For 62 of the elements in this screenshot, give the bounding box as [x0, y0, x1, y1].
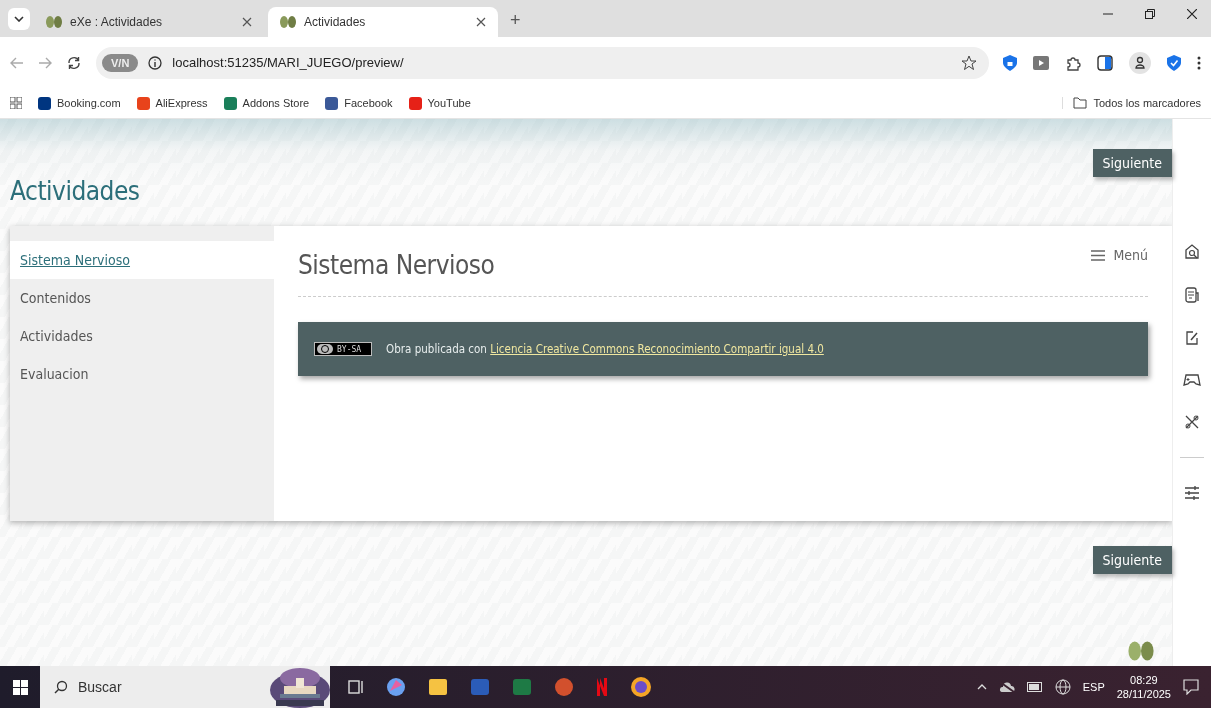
browser-tab[interactable]: Actividades — [268, 7, 498, 37]
info-icon[interactable] — [148, 55, 163, 70]
shield-lock-icon[interactable] — [1003, 54, 1017, 71]
search-icon[interactable] — [1184, 244, 1200, 260]
puzzle-icon[interactable] — [1065, 54, 1081, 71]
notification-icon[interactable] — [1183, 679, 1199, 695]
cloud-off-icon[interactable] — [998, 681, 1015, 693]
license-link[interactable]: Licencia Creative Commons Reconocimiento Compartir igual 4.0 — [490, 342, 824, 356]
next-button[interactable]: Siguiente — [1092, 149, 1172, 177]
page-heading: Sistema Nervioso — [298, 249, 495, 280]
sidebar-icon[interactable] — [1097, 54, 1113, 71]
more-icon[interactable] — [1197, 55, 1201, 70]
play-icon[interactable] — [1033, 55, 1049, 70]
chevron-down-icon — [14, 15, 24, 22]
close-icon[interactable] — [476, 17, 486, 27]
tab-list-button[interactable] — [8, 7, 30, 30]
bookmark-link[interactable]: Addons Store — [223, 96, 310, 110]
globe-icon[interactable] — [1054, 679, 1071, 695]
chevron-up-icon[interactable] — [976, 684, 987, 690]
bookmark-link[interactable]: AliExpress — [136, 96, 208, 110]
next-button[interactable]: Siguiente — [1092, 546, 1172, 574]
nav-item[interactable]: Contenidos — [10, 279, 274, 317]
menu-icon — [1091, 249, 1106, 261]
document-icon[interactable] — [1184, 287, 1200, 303]
license-badge: BY-SA — [314, 342, 373, 356]
nav-item[interactable]: Actividades — [10, 317, 274, 355]
profile-icon[interactable] — [1129, 51, 1151, 74]
close-icon[interactable] — [1187, 8, 1197, 19]
app-logo-icon[interactable] — [1128, 640, 1154, 662]
bookmark-link[interactable]: Booking.com — [38, 96, 121, 110]
gamepad-icon[interactable] — [1183, 373, 1201, 387]
browser-icon[interactable] — [630, 676, 652, 698]
bookmark-link[interactable]: Facebook — [325, 96, 393, 110]
cc-logo-icon — [317, 344, 333, 354]
app-logo-icon — [46, 15, 62, 29]
address-bar[interactable]: V/N localhost:51235/MARI_JUEGO/preview/ — [96, 46, 989, 79]
sliders-icon[interactable] — [1185, 485, 1199, 501]
tools-icon[interactable] — [1184, 414, 1200, 430]
task-view-icon[interactable] — [346, 678, 364, 696]
bookmark-link[interactable]: YouTube — [408, 96, 471, 110]
shield-check-icon[interactable] — [1167, 54, 1181, 71]
browser-tab[interactable]: eXe : Actividades — [34, 7, 264, 37]
search-field[interactable]: Buscar — [40, 666, 270, 708]
nav-item[interactable]: Sistema Nervioso — [10, 241, 274, 279]
apps-grid-icon[interactable] — [10, 97, 22, 109]
search-icon — [54, 680, 68, 694]
menu-button[interactable]: Menú — [1091, 244, 1148, 266]
battery-icon[interactable] — [1026, 682, 1043, 692]
restore-icon[interactable] — [1145, 8, 1155, 19]
language-indicator[interactable]: ESP — [1082, 681, 1105, 693]
license-text: Obra publicada con Licencia Creative Commons Reconocimiento Compartir igual 4.0 — [386, 342, 824, 356]
app-logo-icon — [280, 15, 296, 29]
edit-icon[interactable] — [1184, 330, 1200, 346]
close-icon[interactable] — [242, 17, 252, 27]
new-tab-button[interactable]: + — [502, 10, 529, 37]
star-icon[interactable] — [961, 54, 977, 71]
site-title: Actividades — [10, 176, 140, 206]
nav-item[interactable]: Evaluacion — [10, 355, 274, 393]
clock[interactable]: 08:29 28/11/2025 — [1116, 673, 1171, 701]
windows-logo-icon[interactable] — [12, 679, 28, 695]
reload-icon[interactable] — [66, 54, 82, 71]
all-bookmarks-button[interactable]: Todos los marcadores — [1062, 97, 1201, 109]
